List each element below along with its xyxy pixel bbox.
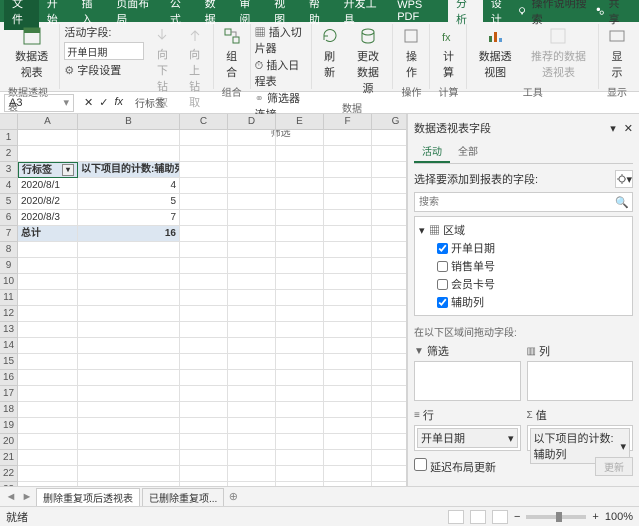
gear-icon xyxy=(616,173,626,185)
area-cols[interactable] xyxy=(527,361,634,401)
active-field-input[interactable] xyxy=(64,42,144,60)
new-sheet-button[interactable]: ⊕ xyxy=(226,490,240,503)
datasource-icon xyxy=(358,26,378,46)
tab-nav-prev[interactable]: ◄ xyxy=(4,491,18,503)
share-icon xyxy=(595,5,605,17)
field-list[interactable]: ▾▦ 区域 开单日期 销售单号 会员卡号 辅助列 xyxy=(414,216,633,316)
pane-close-icon[interactable]: ✕ xyxy=(624,122,633,135)
arrow-down-icon xyxy=(153,26,171,44)
update-button: 更新 xyxy=(595,457,633,476)
defer-layout-checkbox[interactable]: 延迟布局更新 xyxy=(414,458,496,475)
fx-icon[interactable]: fx xyxy=(114,96,123,109)
svg-text:fx: fx xyxy=(442,32,451,44)
field-member-card[interactable]: 会员卡号 xyxy=(437,276,628,292)
area-filter-header: ▼ 筛选 xyxy=(414,343,521,359)
tell-me-search[interactable]: 操作说明搜索 xyxy=(517,0,587,27)
show-button[interactable]: 显示 xyxy=(603,24,631,82)
pane-tab-active[interactable]: 活动 xyxy=(414,140,450,163)
field-search[interactable]: 🔍 xyxy=(414,192,633,212)
ribbon: 数据透视表 数据透视表 活动字段: ⚙ 字段设置 向下钻取 向上钻取 活动字段 … xyxy=(0,22,639,92)
area-vals[interactable]: 以下项目的计数:辅助列▾ xyxy=(527,425,634,451)
zoom-level[interactable]: 100% xyxy=(605,511,633,523)
refresh-button[interactable]: 刷新 xyxy=(316,24,344,82)
change-source-button[interactable]: 更改数据源 xyxy=(348,24,389,98)
group-icon xyxy=(222,26,242,46)
drag-label: 在以下区域间拖动字段: xyxy=(414,324,633,339)
calc-button[interactable]: fx 计算 xyxy=(434,24,462,82)
pane-tab-all[interactable]: 全部 xyxy=(450,140,486,163)
tab-nav-next[interactable]: ► xyxy=(20,491,34,503)
insert-slicer-button[interactable]: ▦ 插入切片器 xyxy=(255,24,307,56)
zoom-slider[interactable] xyxy=(526,515,586,519)
actions-icon xyxy=(401,26,421,46)
pivottable-icon xyxy=(22,26,42,46)
name-box[interactable]: A3▾ xyxy=(4,94,74,112)
menu-bar: 文件 开始 插入 页面布局 公式 数据 审阅 视图 帮助 开发工具 WPS PD… xyxy=(0,0,639,22)
sheet-tabs-bar: ◄ ► 删除重复项后透视表 已删除重复项... ⊕ xyxy=(0,486,639,506)
cancel-icon[interactable]: ✕ xyxy=(84,96,93,109)
field-helper[interactable]: 辅助列 xyxy=(437,294,628,310)
drill-down-button: 向下钻取 xyxy=(148,24,176,112)
pivottable-button[interactable]: 数据透视表 xyxy=(8,24,55,82)
search-icon[interactable]: 🔍 xyxy=(612,193,632,211)
area-vals-header: Σ 值 xyxy=(527,407,634,423)
recommend-icon xyxy=(548,26,568,46)
field-search-input[interactable] xyxy=(415,193,612,211)
share-button[interactable]: 共享 xyxy=(587,0,635,27)
show-icon xyxy=(607,26,627,46)
refresh-icon xyxy=(320,26,340,46)
pivotchart-button[interactable]: 数据透视图 xyxy=(471,24,518,82)
view-break-button[interactable] xyxy=(492,510,508,524)
insert-timeline-button[interactable]: ⏱ 插入日程表 xyxy=(255,57,307,89)
zoom-in-button[interactable]: + xyxy=(592,511,598,523)
pane-dropdown-icon[interactable]: ▾ xyxy=(610,122,616,135)
sheet-tab-1[interactable]: 删除重复项后透视表 xyxy=(36,488,140,506)
drill-up-button: 向上钻取 xyxy=(181,24,209,112)
view-page-button[interactable] xyxy=(470,510,486,524)
choose-fields-label: 选择要添加到报表的字段: xyxy=(414,171,538,187)
view-normal-button[interactable] xyxy=(448,510,464,524)
pivot-fields-pane: 数据透视表字段 ▾ ✕ 活动 全部 选择要添加到报表的字段: ▾ 🔍 ▾▦ 区域 … xyxy=(407,114,639,486)
lightbulb-icon xyxy=(517,5,527,17)
tab-wpspdf[interactable]: WPS PDF xyxy=(389,0,448,26)
sheet-tab-2[interactable]: 已删除重复项... xyxy=(142,488,224,506)
confirm-icon[interactable]: ✓ xyxy=(99,96,108,109)
actions-button[interactable]: 操作 xyxy=(397,24,425,82)
field-open-date[interactable]: 开单日期 xyxy=(437,240,628,256)
group-button[interactable]: 组合 xyxy=(218,24,246,82)
status-bar: 就绪 − + 100% xyxy=(0,506,639,526)
row-chip[interactable]: 开单日期▾ xyxy=(417,428,518,448)
area-rows[interactable]: 开单日期▾ xyxy=(414,425,521,451)
field-settings-button[interactable]: ⚙ 字段设置 xyxy=(64,62,144,78)
arrow-up-icon xyxy=(186,26,204,44)
area-filter[interactable] xyxy=(414,361,521,401)
worksheet[interactable]: ABCDEFG123行标签▾以下项目的计数:辅助列42020/8/1452020… xyxy=(0,114,407,486)
field-sales-no[interactable]: 销售单号 xyxy=(437,258,628,274)
chart-icon xyxy=(485,26,505,46)
area-cols-header: ▥ 列 xyxy=(527,343,634,359)
status-ready: 就绪 xyxy=(6,509,28,525)
recommended-button: 推荐的数据透视表 xyxy=(523,24,594,82)
zoom-out-button[interactable]: − xyxy=(514,511,520,523)
area-rows-header: ≡ 行 xyxy=(414,407,521,423)
active-field-box: 活动字段: ⚙ 字段设置 xyxy=(64,24,144,78)
calc-icon: fx xyxy=(438,26,458,46)
pane-title: 数据透视表字段 xyxy=(414,120,491,136)
layout-gear-button[interactable]: ▾ xyxy=(615,170,633,188)
